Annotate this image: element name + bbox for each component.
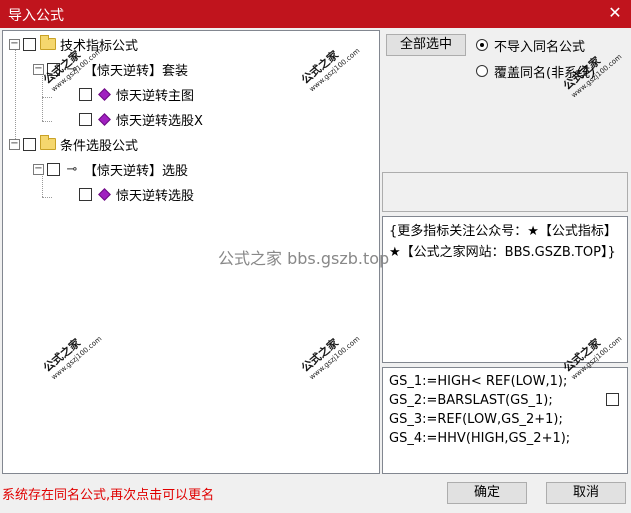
tree-item-suite-group[interactable]: − ⊸ 【惊天逆转】套装 — [33, 59, 188, 79]
collapse-icon[interactable]: − — [33, 63, 44, 75]
tree-item-condition-pick[interactable]: − 条件选股公式 — [9, 134, 138, 154]
folder-icon — [40, 35, 56, 51]
ok-button[interactable]: 确定 — [447, 482, 527, 504]
tree-item-stock-pick-x[interactable]: 惊天逆转选股X — [79, 109, 203, 129]
radio-button-checked[interactable] — [476, 39, 488, 51]
radio-skip-duplicates[interactable]: 不导入同名公式 — [476, 36, 586, 55]
tree-item-label: 条件选股公式 — [60, 138, 139, 154]
tree-item-stock-pick[interactable]: 惊天逆转选股 — [79, 184, 194, 204]
code-line: GS_2:=BARSLAST(GS_1); — [389, 393, 553, 408]
formula-icon — [96, 112, 112, 126]
tree-item-pick-group[interactable]: − ⊸ 【惊天逆转】选股 — [33, 159, 188, 179]
code-checkbox[interactable] — [606, 393, 619, 406]
tree-checkbox[interactable] — [79, 112, 92, 126]
tree-connector — [42, 121, 52, 122]
formula-icon — [96, 187, 112, 201]
cancel-button[interactable]: 取消 — [546, 482, 626, 504]
radio-skip-label: 不导入同名公式 — [494, 39, 586, 55]
collapse-icon[interactable]: − — [33, 163, 44, 175]
select-all-button[interactable]: 全部选中 — [386, 34, 466, 56]
tree-checkbox[interactable] — [47, 162, 60, 176]
code-line: GS_3:=REF(LOW,GS_2+1); — [389, 412, 563, 427]
tree-item-label: 惊天逆转选股X — [116, 113, 203, 129]
collapse-icon[interactable]: − — [9, 138, 20, 150]
collapse-icon[interactable]: − — [9, 38, 20, 50]
tree-connector — [42, 97, 52, 98]
title-bar: 导入公式 ✕ — [0, 0, 631, 28]
status-message: 系统存在同名公式,再次点击可以更名 — [2, 488, 215, 503]
radio-overwrite[interactable]: 覆盖同名(非系统) — [476, 62, 596, 81]
tree-checkbox[interactable] — [23, 137, 36, 151]
radio-overwrite-label: 覆盖同名(非系统) — [494, 65, 596, 81]
key-icon: ⊸ — [66, 61, 78, 77]
folder-icon — [40, 135, 56, 151]
window-title: 导入公式 — [8, 8, 64, 24]
radio-button[interactable] — [476, 65, 488, 77]
code-line: GS_4:=HHV(HIGH,GS_2+1); — [389, 431, 571, 446]
tree-connector — [15, 49, 16, 145]
info-box — [382, 172, 628, 212]
tree-item-label: 【惊天逆转】选股 — [84, 163, 189, 179]
description-text: {更多指标关注公众号：★【公式指标】★【公式之家网站：BBS.GSZB.TOP】… — [389, 224, 617, 260]
code-preview[interactable]: GS_1:=HIGH< REF(LOW,1); GS_2:=BARSLAST(G… — [382, 367, 628, 474]
tree-connector — [42, 197, 52, 198]
key-icon: ⊸ — [66, 161, 78, 177]
tree-item-label: 惊天逆转主图 — [116, 84, 195, 104]
tree-item-main-chart[interactable]: 惊天逆转主图 — [79, 84, 195, 104]
tree-checkbox[interactable] — [47, 62, 60, 76]
formula-icon — [96, 87, 112, 101]
close-icon[interactable]: ✕ — [605, 3, 625, 23]
tree-item-label: 惊天逆转选股 — [116, 188, 195, 204]
description-box: {更多指标关注公众号：★【公式指标】★【公式之家网站：BBS.GSZB.TOP】… — [382, 216, 628, 363]
tree-checkbox[interactable] — [79, 87, 92, 101]
tree-item-label: 【惊天逆转】套装 — [84, 63, 189, 79]
tree-checkbox[interactable] — [23, 37, 36, 51]
tree-checkbox[interactable] — [79, 187, 92, 201]
tree-item-label: 技术指标公式 — [60, 38, 139, 54]
code-line: GS_1:=HIGH< REF(LOW,1); — [389, 374, 568, 389]
formula-tree: − 技术指标公式 − ⊸ 【惊天逆转】套装 惊天逆转主图 惊天逆转选股X − 条… — [2, 30, 380, 474]
tree-item-technical-indicators[interactable]: − 技术指标公式 — [9, 34, 138, 54]
